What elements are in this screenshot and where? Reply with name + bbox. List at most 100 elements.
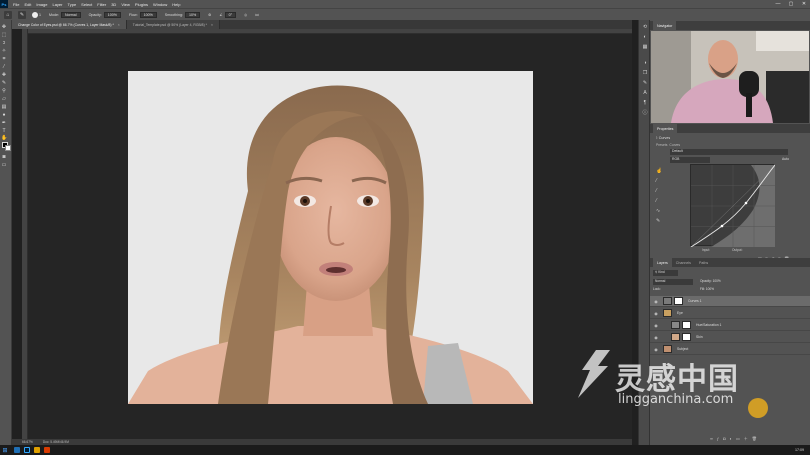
pen-tool-icon[interactable]: ✒ (1, 120, 7, 126)
eraser-tool-icon[interactable]: ▱ (1, 96, 7, 102)
photoshop-taskbar-icon[interactable] (24, 447, 30, 453)
quick-selection-tool-icon[interactable]: ✧ (1, 48, 7, 54)
lasso-tool-icon[interactable]: ↄ (1, 40, 7, 46)
auto-button[interactable]: Auto (782, 157, 789, 161)
clock[interactable]: 17:09 (795, 448, 804, 452)
menu-plugins[interactable]: Plugins (135, 2, 148, 7)
brush-preset-picker[interactable]: 1 (32, 11, 41, 18)
brush-tool-icon[interactable]: ✎ (18, 10, 26, 19)
layer-opacity-value[interactable]: 100% (713, 279, 721, 283)
layer-thumbnail[interactable] (663, 297, 672, 305)
layer-row[interactable]: ◉ Curves 1 (650, 296, 810, 307)
mode-select[interactable]: Normal (61, 11, 81, 18)
folder-taskbar-icon[interactable] (34, 447, 40, 453)
on-image-adjust-icon[interactable]: ☝ (656, 166, 662, 176)
opacity-control[interactable]: Opacity: 100% (89, 11, 121, 18)
info-icon[interactable]: ⓘ (642, 110, 648, 116)
tab-tutorial-template[interactable]: Tutorial_Template.psd @ 50% (Layer 4, RG… (126, 20, 220, 29)
menu-3d[interactable]: 3D (111, 2, 116, 7)
curve-point-mode-icon[interactable]: ∿ (656, 206, 662, 216)
adjustments-icon[interactable]: ◑ (642, 60, 648, 66)
eyedropper-tool-icon[interactable]: ⁄ (1, 64, 7, 70)
quick-mask-icon[interactable]: ◙ (1, 154, 7, 160)
layer-visibility-eye-icon[interactable]: ◉ (653, 335, 659, 340)
menu-image[interactable]: Image (36, 2, 47, 7)
marquee-tool-icon[interactable]: ⬚ (1, 32, 7, 38)
zoom-level[interactable]: 66.67% (22, 440, 33, 444)
tab-navigator[interactable]: Navigator (653, 21, 677, 30)
layer-fill-control[interactable]: Fill: 100% (700, 287, 714, 291)
menu-type[interactable]: Type (68, 2, 77, 7)
menu-file[interactable]: File (13, 2, 19, 7)
close-window-button[interactable]: ✕ (798, 0, 810, 8)
black-point-eyedropper-icon[interactable]: ⁄ (656, 176, 662, 186)
character-icon[interactable]: A (642, 90, 648, 96)
layer-row[interactable]: ◉ Skin (650, 332, 810, 343)
minimize-button[interactable]: — (772, 0, 784, 8)
blend-mode-select[interactable]: Normal (653, 279, 693, 285)
menu-help[interactable]: Help (172, 2, 180, 7)
layer-thumbnail[interactable] (671, 321, 680, 329)
tab-channels[interactable]: Channels (672, 258, 695, 267)
menu-window[interactable]: Window (153, 2, 167, 7)
layer-visibility-eye-icon[interactable]: ◉ (653, 299, 659, 304)
layer-visibility-eye-icon[interactable]: ◉ (653, 323, 659, 328)
channel-select[interactable]: RGB (670, 157, 710, 163)
mode-control[interactable]: Mode: Normal (49, 11, 81, 18)
tab-change-color-of-eyes[interactable]: Change Color of Eyes.psd @ 66.7% (Curves… (12, 20, 127, 29)
white-point-eyedropper-icon[interactable]: ⁄ (656, 196, 662, 206)
layer-opacity-control[interactable]: Opacity: 100% (700, 279, 721, 283)
layer-mask-thumbnail[interactable] (674, 297, 683, 305)
tab-layers[interactable]: Layers (653, 258, 672, 267)
layer-mask-thumbnail[interactable] (682, 333, 691, 341)
paragraph-icon[interactable]: ¶ (642, 100, 648, 106)
clone-stamp-tool-icon[interactable]: ⚲ (1, 88, 7, 94)
fill-value[interactable]: 100% (706, 287, 714, 291)
screen-mode-icon[interactable]: ▭ (1, 162, 7, 168)
swatches-icon[interactable]: ▦ (642, 44, 648, 50)
flow-input[interactable]: 100% (139, 11, 157, 18)
pressure-icon[interactable]: ◎ (244, 13, 247, 17)
brush-settings-icon[interactable]: ✎ (642, 80, 648, 86)
menu-layer[interactable]: Layer (52, 2, 62, 7)
tab-paths[interactable]: Paths (695, 258, 712, 267)
layer-thumbnail[interactable] (671, 333, 680, 341)
gradient-tool-icon[interactable]: ▤ (1, 104, 7, 110)
move-tool-icon[interactable]: ✥ (1, 24, 7, 30)
maximize-button[interactable]: ▢ (785, 0, 797, 8)
libraries-icon[interactable]: ❒ (642, 70, 648, 76)
layer-mask-thumbnail[interactable] (682, 321, 691, 329)
home-icon[interactable]: ⌂ (4, 10, 12, 19)
gray-point-eyedropper-icon[interactable]: ⁄ (656, 186, 662, 196)
document-size[interactable]: Doc: 5.49M/46.9M (43, 440, 69, 444)
gear-icon[interactable]: ⚙ (208, 13, 211, 17)
dodge-tool-icon[interactable]: ● (1, 112, 7, 118)
close-tab-icon[interactable]: × (211, 23, 213, 27)
layer-row[interactable]: ◉ Eye (650, 308, 810, 319)
layer-row[interactable]: ◉ Hue/Saturation 1 (650, 320, 810, 331)
layer-visibility-eye-icon[interactable]: ◉ (653, 311, 659, 316)
flow-control[interactable]: Flow: 100% (129, 11, 157, 18)
taskbar-app-icon[interactable] (14, 447, 20, 453)
color-icon[interactable]: ◐ (642, 34, 648, 40)
history-icon[interactable]: ⟲ (642, 24, 648, 30)
symmetry-icon[interactable]: ⋈ (255, 13, 259, 17)
menu-select[interactable]: Select (81, 2, 92, 7)
menu-filter[interactable]: Filter (97, 2, 106, 7)
angle-control[interactable]: ∠ 0° (219, 11, 237, 18)
background-color-swatch[interactable] (5, 145, 11, 151)
layer-filter-kind[interactable]: ⚲ Kind (653, 270, 678, 276)
menu-edit[interactable]: Edit (24, 2, 31, 7)
pencil-curve-icon[interactable]: ✎ (656, 216, 662, 226)
windows-start-icon[interactable]: ⊞ (0, 445, 10, 455)
menu-view[interactable]: View (121, 2, 130, 7)
browser-taskbar-icon[interactable] (44, 447, 50, 453)
document-canvas-image[interactable] (128, 71, 533, 404)
opacity-input[interactable]: 100% (103, 11, 121, 18)
angle-input[interactable]: 0° (224, 11, 237, 18)
close-tab-icon[interactable]: × (118, 23, 120, 27)
brush-tool-icon[interactable]: ✎ (1, 80, 7, 86)
crop-tool-icon[interactable]: ⌗ (1, 56, 7, 62)
curves-graph[interactable] (690, 164, 776, 248)
preset-select[interactable]: Default (670, 149, 788, 155)
